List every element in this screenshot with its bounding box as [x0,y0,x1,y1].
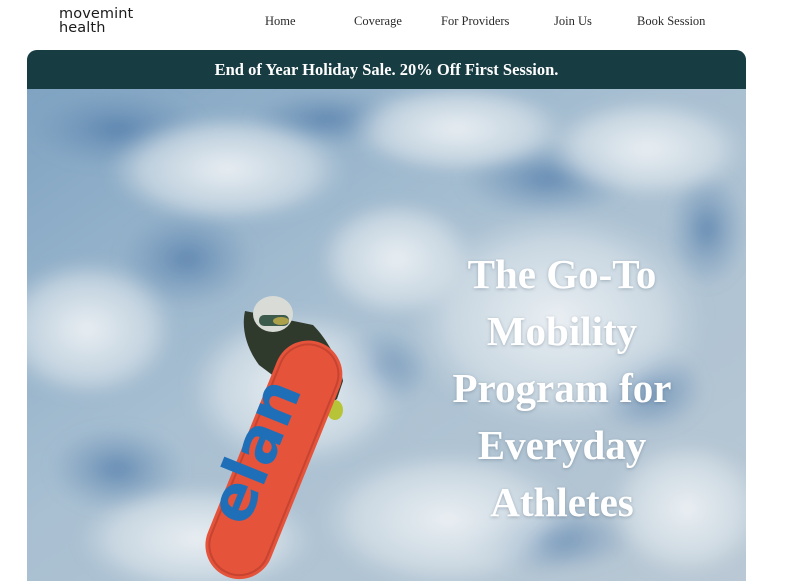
headline-line-5: Athletes [490,479,634,525]
nav-book-session[interactable]: Book Session [637,14,705,29]
promo-banner-text[interactable]: End of Year Holiday Sale. 20% Off First … [215,60,559,80]
hero-headline: The Go-To Mobility Program for Everyday … [422,246,702,531]
site-header: movemint health Home Coverage For Provid… [0,0,785,48]
headline-line-1: The Go-To [467,251,657,297]
page: movemint health Home Coverage For Provid… [0,0,785,581]
hero-section: End of Year Holiday Sale. 20% Off First … [27,50,746,581]
headline-line-3: Program for [452,365,672,411]
headline-line-2: Mobility [486,308,638,354]
promo-banner[interactable]: End of Year Holiday Sale. 20% Off First … [27,50,746,89]
nav-for-providers[interactable]: For Providers [441,14,509,29]
nav-join-us[interactable]: Join Us [554,14,592,29]
nav-home[interactable]: Home [265,14,296,29]
headline-line-4: Everyday [477,422,647,468]
nav-coverage[interactable]: Coverage [354,14,402,29]
main-nav: Home Coverage For Providers Join Us Book… [0,14,785,32]
